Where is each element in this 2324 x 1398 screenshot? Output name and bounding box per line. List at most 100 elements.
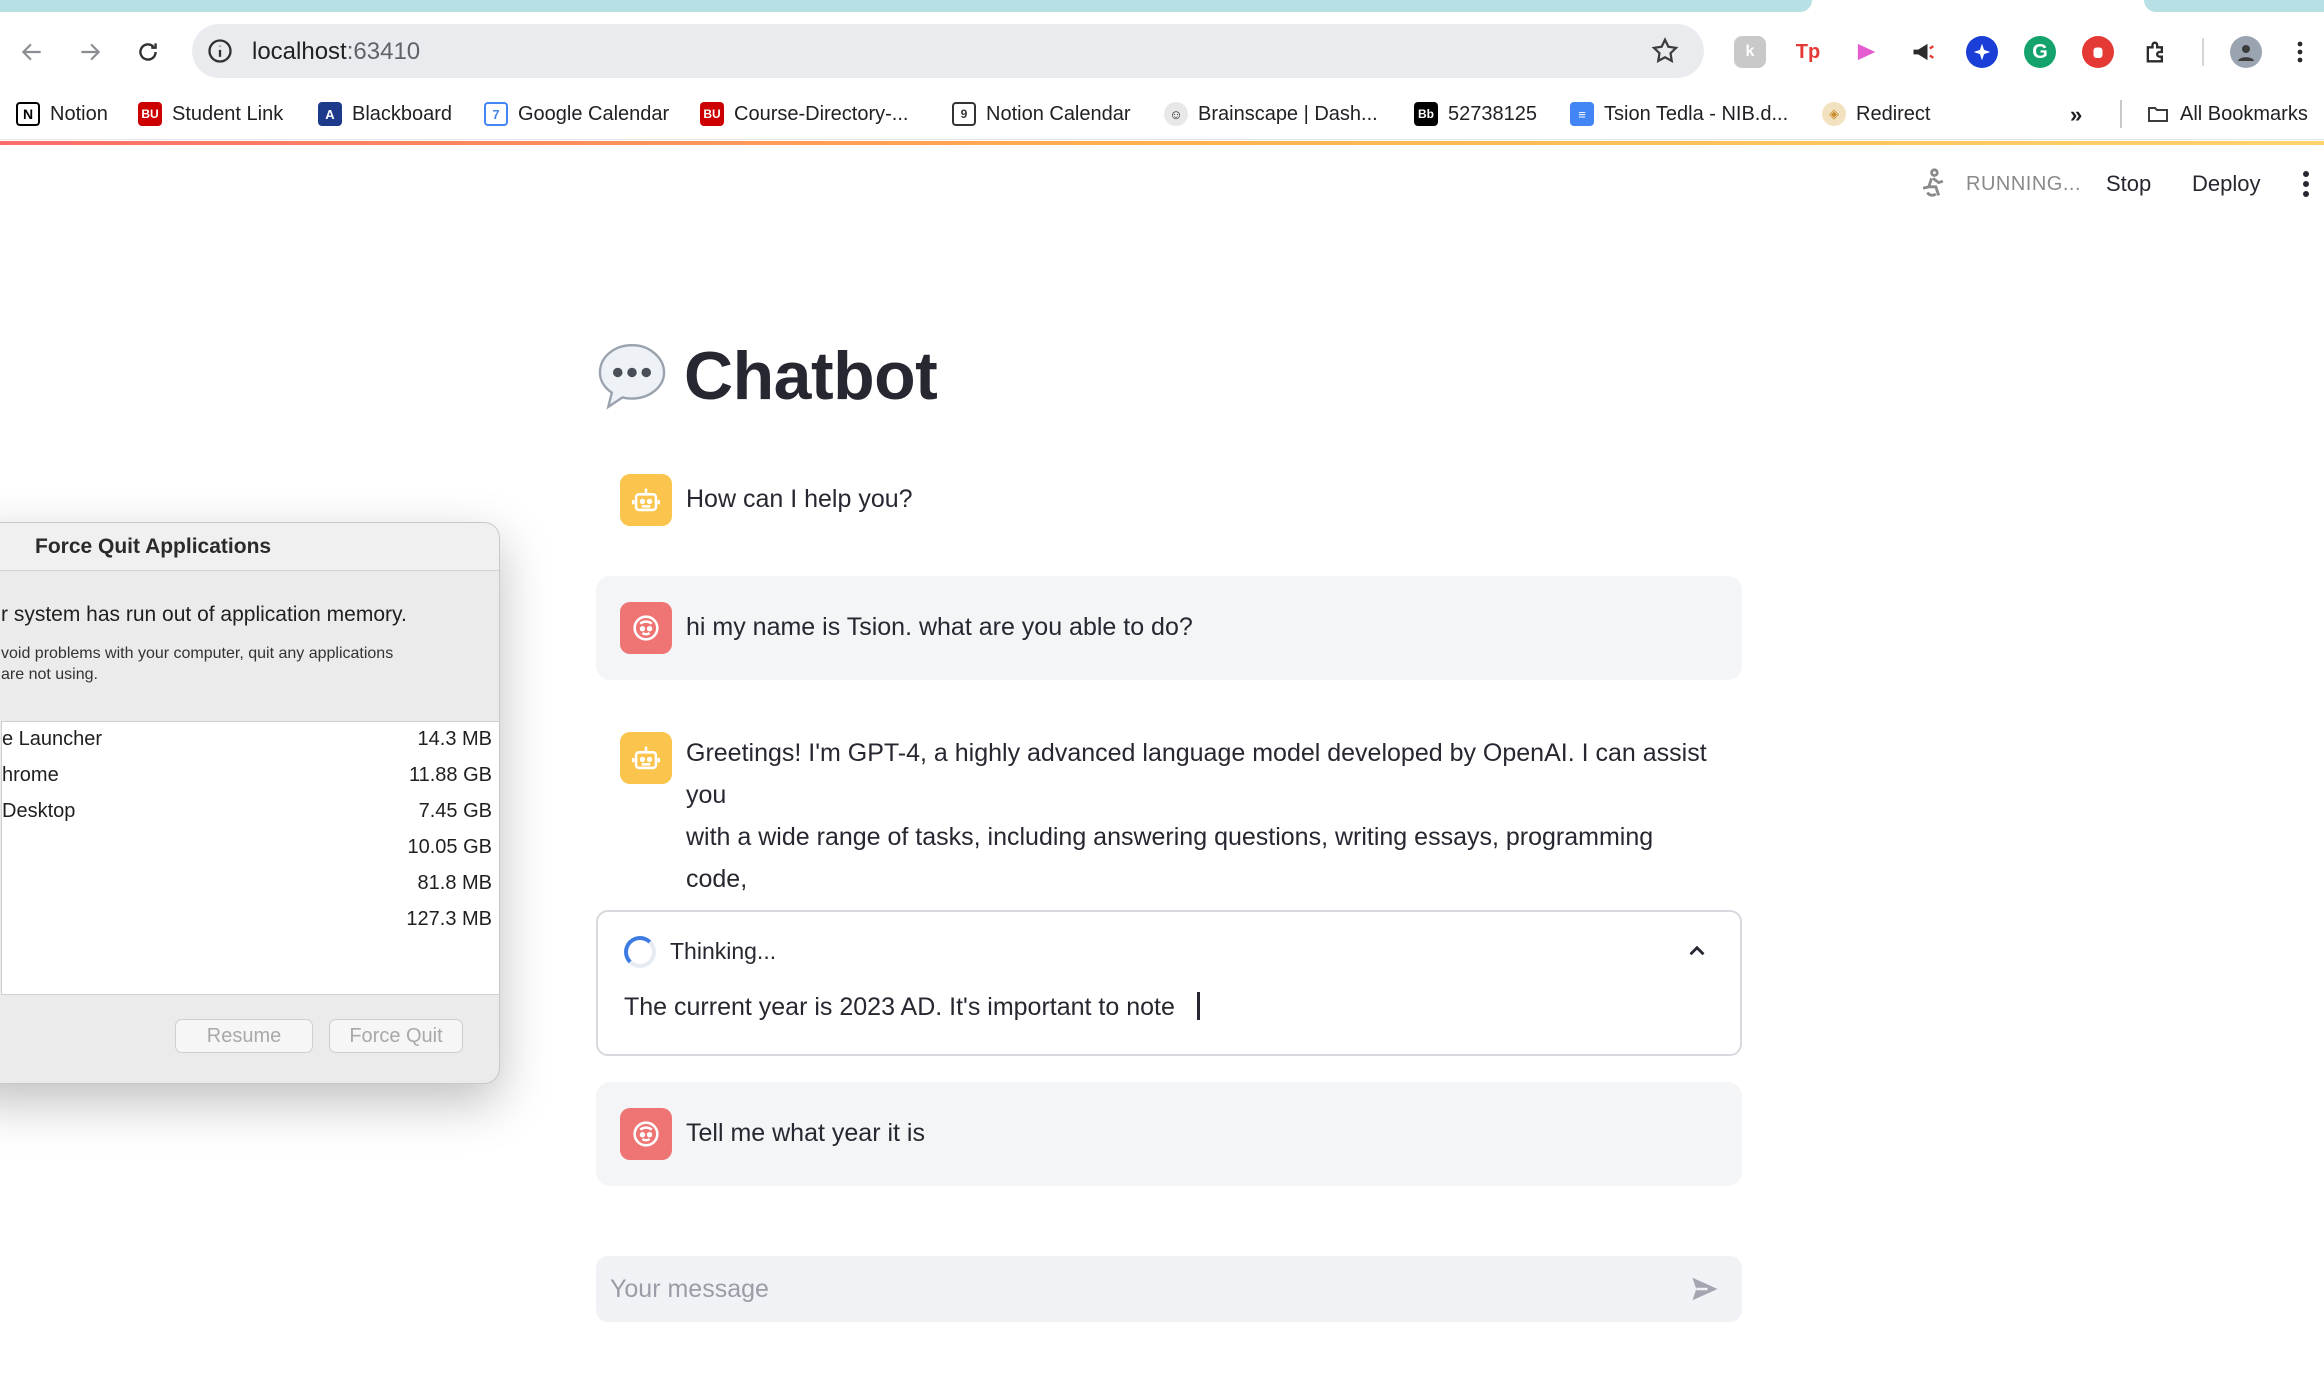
application-row[interactable]: 10.05 GB	[2, 830, 499, 866]
application-memory: 14.3 MB	[417, 728, 492, 750]
app-header: RUNNING... Stop Deploy	[0, 145, 2324, 223]
folder-icon	[2148, 107, 2168, 122]
user-avatar	[620, 1108, 672, 1160]
kebab-icon	[2297, 41, 2303, 63]
message-line: with a wide range of tasks, including an…	[686, 823, 1654, 893]
message-text: Tell me what year it is	[686, 1119, 925, 1147]
bookmark-google-calendar[interactable]: 7 Google Calendar	[484, 100, 669, 128]
bookmark-label: 52738125	[1448, 102, 1537, 125]
bookmark-course-directory[interactable]: BU Course-Directory-...	[700, 100, 908, 128]
google-calendar-icon: 7	[484, 102, 508, 126]
extension-sparkle-icon[interactable]	[1966, 36, 1998, 68]
browser-toolbar: localhost:63410 k Tp G	[0, 12, 2324, 88]
megaphone-icon	[1913, 43, 1934, 61]
robot-icon	[631, 488, 661, 512]
bu-icon: BU	[700, 102, 724, 126]
application-row[interactable]: 127.3 MB	[2, 902, 499, 938]
bookmarks-divider	[2120, 100, 2122, 128]
message-line: Greetings! I'm GPT-4, a highly advanced …	[686, 739, 1707, 809]
dialog-title: Force Quit Applications	[35, 535, 272, 558]
bookmark-redirect[interactable]: ◈ Redirect	[1822, 100, 1930, 128]
main-menu-icon[interactable]	[2296, 169, 2316, 199]
bookmark-label: Course-Directory-...	[734, 102, 909, 125]
resume-button[interactable]: Resume	[175, 1019, 313, 1053]
all-bookmarks-button[interactable]: All Bookmarks	[2146, 100, 2308, 128]
chat-message-assistant: Greetings! I'm GPT-4, a highly advanced …	[596, 712, 1742, 935]
address-bar[interactable]: localhost:63410	[192, 24, 1704, 78]
chat-message-assistant: How can I help you?	[596, 456, 1742, 542]
application-memory: 11.88 GB	[408, 764, 492, 786]
bookmarks-bar: N Notion BU Student Link A Blackboard 7 …	[0, 88, 2324, 140]
extension-tp-icon[interactable]: Tp	[1792, 36, 1824, 68]
application-row[interactable]: 81.8 MB	[2, 866, 499, 902]
message-text: How can I help you?	[686, 485, 913, 513]
bookmark-star-icon[interactable]	[1650, 36, 1680, 66]
extension-megaphone-icon[interactable]	[1908, 36, 1940, 68]
force-quit-dialog: Force Quit Applications r system has run…	[0, 522, 500, 1084]
extensions-puzzle-icon[interactable]	[2140, 36, 2172, 68]
url-port: :63410	[346, 38, 421, 65]
notion-calendar-icon: 9	[952, 102, 976, 126]
application-memory: 81.8 MB	[417, 872, 492, 894]
bu-icon: BU	[138, 102, 162, 126]
chevron-up-icon[interactable]	[1684, 938, 1710, 964]
application-memory: 10.05 GB	[407, 836, 492, 858]
application-row[interactable]: Desktop 7.45 GB	[2, 794, 499, 830]
send-icon[interactable]	[1688, 1274, 1722, 1304]
message-text: hi my name is Tsion. what are you able t…	[686, 613, 1193, 641]
bookmark-label: Brainscape | Dash...	[1198, 102, 1378, 125]
bookmark-notion-calendar[interactable]: 9 Notion Calendar	[952, 100, 1131, 128]
application-list[interactable]: e Launcher 14.3 MB hrome 11.88 GB Deskto…	[1, 721, 499, 995]
chat-input[interactable]	[610, 1256, 1670, 1322]
bot-avatar	[620, 474, 672, 526]
extension-play-icon[interactable]	[1850, 36, 1882, 68]
thinking-expander[interactable]: Thinking... The current year is 2023 AD.…	[596, 910, 1742, 1056]
running-man-icon	[1922, 168, 1944, 197]
streaming-text: The current year is 2023 AD. It's import…	[624, 993, 1175, 1021]
bookmark-blackboard[interactable]: A Blackboard	[318, 100, 452, 128]
tab-strip	[0, 0, 2324, 12]
back-button[interactable]	[12, 32, 52, 72]
bookmark-label: Google Calendar	[518, 102, 670, 125]
grammarly-icon[interactable]: G	[2024, 36, 2056, 68]
dialog-titlebar[interactable]: Force Quit Applications	[0, 523, 499, 571]
forward-button[interactable]	[70, 32, 110, 72]
bookmark-label: Notion	[50, 102, 108, 125]
stop-button[interactable]: Stop	[2106, 171, 2151, 197]
memory-warning-message: r system has run out of application memo…	[1, 603, 407, 626]
page-title: Chatbot	[684, 338, 938, 414]
toolbar-divider	[2202, 38, 2204, 66]
bookmark-label: Student Link	[172, 102, 284, 125]
extension-gray-icon[interactable]: k	[1734, 36, 1766, 68]
shield-icon: ◈	[1822, 102, 1846, 126]
sparkle-icon	[1973, 43, 1991, 61]
profile-avatar-icon[interactable]	[2230, 36, 2262, 68]
page-title-row: Chatbot	[594, 336, 938, 416]
brainscape-icon: ☺	[1164, 102, 1188, 126]
deploy-button[interactable]: Deploy	[2192, 171, 2260, 197]
memory-warning-details: void problems with your computer, quit a…	[1, 643, 481, 685]
bookmark-student-link[interactable]: BU Student Link	[138, 100, 283, 128]
force-quit-button[interactable]: Force Quit	[329, 1019, 463, 1053]
application-row[interactable]: hrome 11.88 GB	[2, 758, 499, 794]
bookmark-52738125[interactable]: Bb 52738125	[1414, 100, 1537, 128]
chat-message-user: Tell me what year it is	[596, 1082, 1742, 1186]
more-bookmarks-button[interactable]: »	[2070, 102, 2082, 128]
reload-button[interactable]	[128, 32, 168, 72]
chat-input-container	[596, 1256, 1742, 1322]
url-text[interactable]: localhost:63410	[252, 38, 420, 66]
adblock-hand-icon[interactable]	[2082, 36, 2114, 68]
play-icon	[1857, 43, 1876, 61]
application-name: hrome	[2, 764, 59, 786]
bookmark-label: Blackboard	[352, 102, 453, 125]
bb-icon: Bb	[1414, 102, 1438, 126]
application-row[interactable]: e Launcher 14.3 MB	[2, 722, 499, 758]
browser-menu-icon[interactable]	[2296, 38, 2312, 68]
bookmark-notion[interactable]: N Notion	[16, 100, 108, 128]
text-cursor	[1196, 992, 1200, 1020]
hand-icon	[2093, 47, 2103, 58]
bookmark-tsion-tedla[interactable]: ≡ Tsion Tedla - NIB.d...	[1570, 100, 1788, 128]
bookmark-brainscape[interactable]: ☺ Brainscape | Dash...	[1164, 100, 1378, 128]
application-memory: 7.45 GB	[418, 800, 492, 822]
info-icon[interactable]	[206, 37, 234, 65]
